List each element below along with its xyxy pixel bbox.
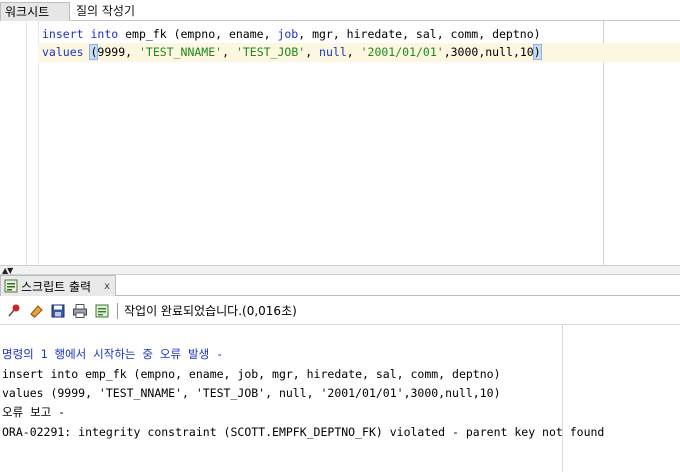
bracket-match-close: ) (532, 44, 542, 60)
code-text: , (346, 45, 361, 59)
code-text: , (222, 45, 236, 59)
collapse-arrows-icon[interactable]: ▲▼ (2, 266, 13, 275)
code-text: , (305, 45, 320, 59)
pane-splitter[interactable]: ▲▼ (0, 265, 680, 275)
gutter-divider (26, 21, 27, 265)
toolbar-separator (117, 302, 118, 319)
keyword: into (90, 27, 119, 41)
save-button[interactable] (47, 300, 69, 322)
code-text: emp_fk (empno, ename, (118, 27, 278, 41)
string-literal: 'TEST_JOB' (235, 45, 306, 59)
tab-worksheet[interactable]: 워크시트 (0, 2, 70, 21)
worksheet-tab-strip: 워크시트 질의 작성기 (0, 0, 680, 21)
code-line-1[interactable]: insert into emp_fk (empno, ename, job, m… (42, 25, 541, 44)
tab-query-builder[interactable]: 질의 작성기 (72, 2, 152, 21)
status-text: 작업이 완료되었습니다.(0,016초) (124, 304, 297, 318)
string-literal: '2001/01/01' (360, 45, 444, 59)
print-button[interactable] (69, 300, 91, 322)
code-line-2-current[interactable]: values (9999, 'TEST_NNAME', 'TEST_JOB', … (38, 43, 680, 62)
output-line: values (9999, 'TEST_NNAME', 'TEST_JOB', … (2, 386, 501, 400)
script-output-pane[interactable]: 명령의 1 행에서 시작하는 중 오류 발생 - insert into emp… (0, 325, 680, 472)
number-literal: 9999 (97, 45, 126, 59)
code-text: , mgr, hiredate, sal, comm, deptno) (298, 27, 541, 41)
error-message-line: ORA-02291: integrity constraint (SCOTT.E… (2, 425, 605, 439)
export-icon (94, 303, 110, 319)
script-output-icon (4, 279, 18, 293)
export-button[interactable] (91, 300, 113, 322)
error-report-line: 오류 보고 - (2, 405, 66, 419)
save-icon (50, 303, 66, 319)
code-text: , (125, 45, 139, 59)
pin-icon (6, 303, 22, 319)
string-literal: 'TEST_NNAME' (138, 45, 223, 59)
pin-button[interactable] (3, 300, 25, 322)
keyword: insert (42, 27, 84, 41)
eraser-icon (28, 303, 44, 319)
code-text: ,3000,null,10 (443, 45, 534, 59)
tab-script-output[interactable]: 스크립트 출력 x (0, 275, 116, 296)
keyword: job (277, 27, 299, 41)
keyword: null (319, 45, 347, 59)
keyword: values (42, 45, 84, 59)
print-icon (72, 303, 88, 319)
output-tab-strip: 스크립트 출력 x (0, 275, 680, 296)
clear-button[interactable] (25, 300, 47, 322)
close-tab-icon[interactable]: x (104, 281, 110, 292)
output-margin-guide (562, 325, 563, 472)
sql-editor[interactable]: insert into emp_fk (empno, ename, job, m… (0, 21, 680, 265)
output-toolbar: 작업이 완료되었습니다.(0,016초) (0, 297, 680, 325)
output-line: insert into emp_fk (empno, ename, job, m… (2, 367, 501, 381)
error-header-line: 명령의 1 행에서 시작하는 중 오류 발생 - (2, 347, 224, 361)
tab-label: 스크립트 출력 (21, 279, 92, 294)
